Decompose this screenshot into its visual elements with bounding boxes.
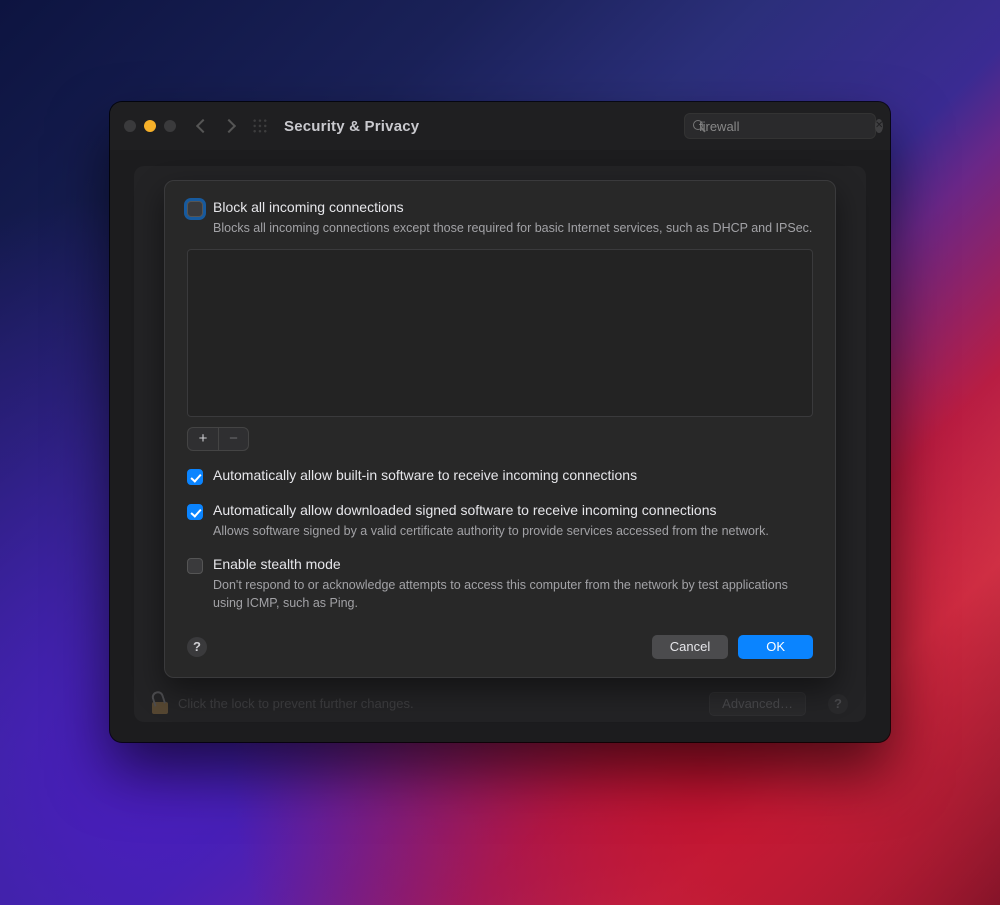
auto-signed-label: Automatically allow downloaded signed so… [213, 502, 769, 518]
search-input[interactable] [699, 119, 875, 134]
show-all-icon[interactable] [252, 118, 268, 134]
bottom-bar: Click the lock to prevent further change… [134, 678, 866, 722]
ok-button[interactable]: OK [738, 635, 813, 659]
auto-signed-row: Automatically allow downloaded signed so… [187, 502, 813, 540]
block-all-row: Block all incoming connections Blocks al… [187, 199, 813, 237]
stealth-description: Don't respond to or acknowledge attempts… [213, 576, 813, 612]
add-button[interactable]: + [188, 428, 218, 450]
nav-buttons [198, 121, 234, 131]
lock-control[interactable]: Click the lock to prevent further change… [152, 694, 414, 714]
search-field[interactable]: ✕ [684, 113, 876, 139]
help-button-main[interactable]: ? [828, 694, 848, 714]
add-remove-group: + − [187, 427, 249, 451]
stealth-label: Enable stealth mode [213, 556, 813, 572]
block-all-label: Block all incoming connections [213, 199, 812, 215]
help-button[interactable]: ? [187, 637, 207, 657]
block-all-description: Blocks all incoming connections except t… [213, 219, 812, 237]
cancel-button[interactable]: Cancel [652, 635, 728, 659]
remove-button[interactable]: − [218, 428, 248, 450]
stealth-checkbox[interactable] [187, 558, 203, 574]
clear-search-button[interactable]: ✕ [875, 119, 883, 133]
stealth-row: Enable stealth mode Don't respond to or … [187, 556, 813, 612]
auto-signed-description: Allows software signed by a valid certif… [213, 522, 769, 540]
traffic-lights [124, 120, 176, 132]
titlebar: Security & Privacy ✕ [110, 102, 890, 150]
lock-text: Click the lock to prevent further change… [178, 696, 414, 711]
preferences-window: Security & Privacy ✕ Block all incoming … [110, 102, 890, 742]
close-window-button[interactable] [124, 120, 136, 132]
minimize-window-button[interactable] [144, 120, 156, 132]
maximize-window-button[interactable] [164, 120, 176, 132]
advanced-button[interactable]: Advanced… [709, 692, 806, 716]
auto-builtin-checkbox[interactable] [187, 469, 203, 485]
firewall-options-sheet: Block all incoming connections Blocks al… [164, 180, 836, 678]
back-button[interactable] [196, 119, 210, 133]
auto-signed-checkbox[interactable] [187, 504, 203, 520]
sheet-footer: ? Cancel OK [187, 635, 813, 659]
block-all-checkbox[interactable] [187, 201, 203, 217]
auto-builtin-label: Automatically allow built-in software to… [213, 467, 637, 483]
forward-button[interactable] [222, 119, 236, 133]
applications-list[interactable] [187, 249, 813, 417]
lock-icon [152, 694, 168, 714]
window-title: Security & Privacy [284, 118, 419, 135]
auto-builtin-row: Automatically allow built-in software to… [187, 467, 813, 490]
